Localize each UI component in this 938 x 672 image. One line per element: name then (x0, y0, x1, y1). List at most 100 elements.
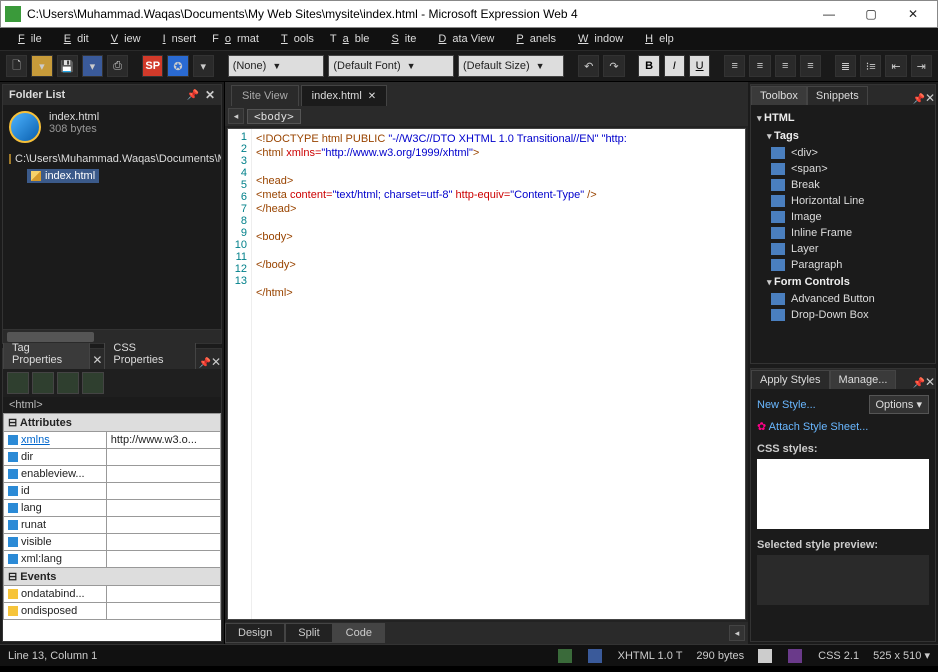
menu-insert[interactable]: Insert (151, 31, 203, 47)
code-editor[interactable]: 123 456 789 101112 13 <!DOCTYPE html PUB… (227, 128, 746, 620)
css-styles-list[interactable] (757, 459, 929, 529)
event-row[interactable]: ondatabind... (4, 586, 107, 603)
dropdown-button[interactable]: ▾ (193, 55, 214, 77)
close-tab-icon[interactable]: ✕ (368, 91, 376, 102)
folder-list-scrollbar[interactable] (3, 329, 221, 343)
attr-row[interactable]: enableview... (4, 466, 107, 483)
options-button[interactable]: Options ▾ (869, 395, 930, 414)
close-panel-icon[interactable]: ✕ (925, 91, 935, 105)
css-status[interactable]: CSS 2.1 (818, 650, 859, 662)
size-selector[interactable]: (Default Size)▼ (458, 55, 564, 77)
toolbox-item[interactable]: Advanced Button (757, 291, 929, 307)
menu-panels[interactable]: Panels (504, 31, 562, 47)
status-icon[interactable] (558, 649, 572, 663)
tab-snippets[interactable]: Snippets (807, 86, 868, 105)
view-split-tab[interactable]: Split (285, 623, 332, 643)
attr-row[interactable]: id (4, 483, 107, 500)
toolbox-item[interactable]: Horizontal Line (757, 193, 929, 209)
status-icon[interactable] (788, 649, 802, 663)
events-header[interactable]: ⊟ Events (4, 568, 221, 586)
tab-apply-styles[interactable]: Apply Styles (751, 370, 830, 389)
menu-format[interactable]: Format (206, 31, 265, 47)
toolbox-item[interactable]: Break (757, 177, 929, 193)
menu-edit[interactable]: Edit (52, 31, 95, 47)
tag-tool-2[interactable] (32, 372, 54, 394)
tab-index-html[interactable]: index.html✕ (301, 85, 388, 106)
list-numbered-button[interactable]: ≣ (835, 55, 856, 77)
new-button[interactable]: 🗋 (6, 55, 27, 77)
menu-help[interactable]: Help (633, 31, 680, 47)
outdent-button[interactable]: ⇤ (885, 55, 906, 77)
tab-manage-styles[interactable]: Manage... (830, 370, 897, 389)
save-button[interactable]: 💾 (57, 55, 78, 77)
tag-tab-close-icon[interactable]: ✕ (92, 353, 102, 367)
tab-site-view[interactable]: Site View (231, 85, 299, 106)
attr-row[interactable]: runat (4, 517, 107, 534)
maximize-button[interactable]: ▢ (851, 3, 891, 25)
view-design-tab[interactable]: Design (225, 623, 285, 643)
menu-table[interactable]: Table (324, 31, 376, 47)
menu-file[interactable]: File (6, 31, 48, 47)
attributes-header[interactable]: ⊟ Attributes (4, 414, 221, 432)
view-code-tab[interactable]: Code (333, 623, 385, 643)
close-panel-icon[interactable]: ✕ (925, 375, 935, 389)
breadcrumb-back-button[interactable]: ◂ (228, 108, 244, 124)
toolbox-section-tags[interactable]: Tags (757, 127, 929, 145)
breadcrumb-body[interactable]: <body> (247, 109, 301, 124)
toolbox-item[interactable]: <div> (757, 145, 929, 161)
toolbox-item[interactable]: Layer (757, 241, 929, 257)
code-text[interactable]: <!DOCTYPE html PUBLIC "-//W3C//DTO XHTML… (252, 129, 745, 619)
style-selector[interactable]: (None)▼ (228, 55, 325, 77)
superpreview-button[interactable]: SP (142, 55, 163, 77)
toolbox-item[interactable]: Image (757, 209, 929, 225)
toolbox-section-forms[interactable]: Form Controls (757, 273, 929, 291)
bold-button[interactable]: B (638, 55, 659, 77)
align-center-button[interactable]: ≡ (749, 55, 770, 77)
status-icon[interactable] (758, 649, 772, 663)
menu-view[interactable]: View (99, 31, 147, 47)
font-selector[interactable]: (Default Font)▼ (328, 55, 454, 77)
toolbox-item[interactable]: Drop-Down Box (757, 307, 929, 323)
menu-dataview[interactable]: Data View (426, 31, 500, 47)
align-justify-button[interactable]: ≡ (800, 55, 821, 77)
indent-button[interactable]: ⇥ (911, 55, 932, 77)
toolbox-item[interactable]: Paragraph (757, 257, 929, 273)
dimensions-status[interactable]: 525 x 510 ▾ (873, 649, 930, 662)
doctype-status[interactable]: XHTML 1.0 T (618, 650, 683, 662)
folder-path-node[interactable]: C:\Users\Muhammad.Waqas\Documents\M (9, 153, 215, 165)
status-icon[interactable] (588, 649, 602, 663)
publish-button[interactable]: ⎙ (107, 55, 128, 77)
toolbox-item[interactable]: <span> (757, 161, 929, 177)
event-row[interactable]: ondisposed (4, 603, 107, 620)
minimize-button[interactable]: — (809, 3, 849, 25)
pin-icon[interactable]: 📌 (912, 378, 924, 389)
tag-tool-3[interactable] (57, 372, 79, 394)
folder-file[interactable]: index.html (49, 111, 99, 123)
open-button[interactable]: ▾ (31, 55, 52, 77)
attr-row[interactable]: visible (4, 534, 107, 551)
preview-button[interactable]: ▾ (82, 55, 103, 77)
underline-button[interactable]: U (689, 55, 710, 77)
align-left-button[interactable]: ≡ (724, 55, 745, 77)
list-bullet-button[interactable]: ⁝≡ (860, 55, 881, 77)
attr-row[interactable]: dir (4, 449, 107, 466)
tab-toolbox[interactable]: Toolbox (751, 86, 807, 105)
attr-row[interactable]: xml:lang (4, 551, 107, 568)
align-right-button[interactable]: ≡ (775, 55, 796, 77)
toolbox-section-html[interactable]: HTML (757, 109, 929, 127)
italic-button[interactable]: I (664, 55, 685, 77)
tag-tool-1[interactable] (7, 372, 29, 394)
pin-icon[interactable]: 📌 (186, 90, 198, 101)
close-panel-icon[interactable]: ✕ (211, 355, 221, 369)
pin-icon[interactable]: 📌 (198, 358, 210, 369)
tag-tool-4[interactable] (82, 372, 104, 394)
hyperlink-button[interactable]: ✪ (167, 55, 188, 77)
toolbox-item[interactable]: Inline Frame (757, 225, 929, 241)
attr-row[interactable]: xmlns (4, 432, 107, 449)
folder-file-selected[interactable]: index.html (27, 169, 99, 183)
menu-tools[interactable]: Tools (269, 31, 320, 47)
undo-button[interactable]: ↶ (578, 55, 599, 77)
pin-icon[interactable]: 📌 (912, 94, 924, 105)
view-options-button[interactable]: ◂ (729, 625, 745, 641)
redo-button[interactable]: ↷ (603, 55, 624, 77)
